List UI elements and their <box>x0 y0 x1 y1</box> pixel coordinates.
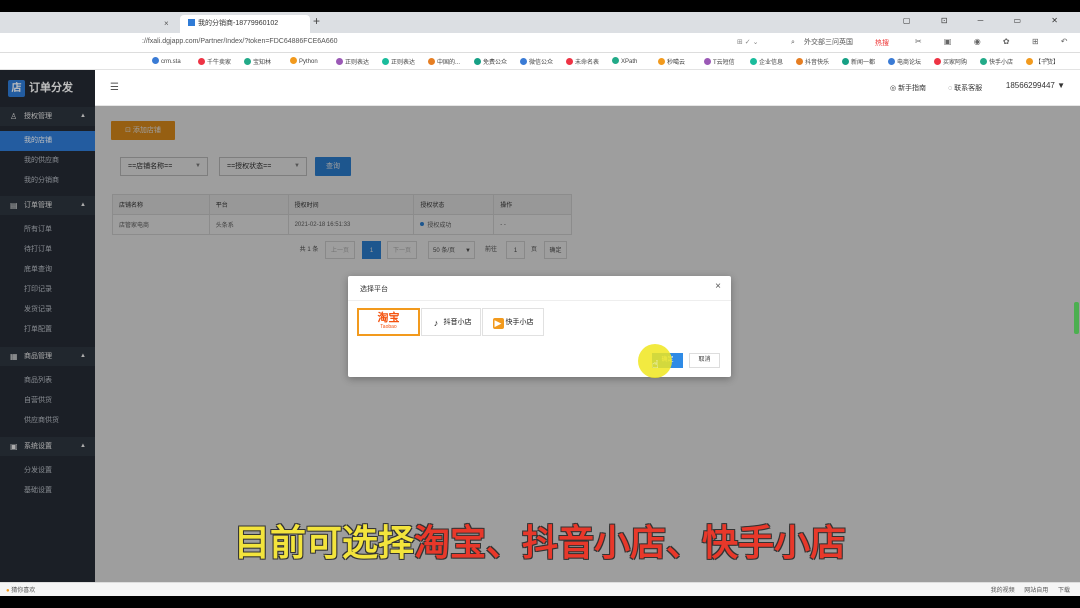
bookmark-favicon-icon <box>198 58 205 65</box>
bookmark-item[interactable]: 微信公众 <box>520 57 553 66</box>
bookmark-favicon-icon <box>474 58 481 65</box>
scrollbar-thumb[interactable] <box>1074 302 1079 334</box>
bookmark-favicon-icon <box>290 57 297 64</box>
bookmarks-more-button[interactable]: » <box>1045 57 1048 63</box>
qr-icon[interactable]: ⊞ ✓ ⌄ <box>737 38 759 46</box>
kuaishou-icon: ▶ <box>492 318 504 329</box>
guide-link[interactable]: ◎ 新手指南 <box>890 83 926 93</box>
bookmark-favicon-icon <box>704 58 711 65</box>
bookmark-item[interactable]: 新闻一都 <box>842 57 875 66</box>
taobao-logo: 淘宝 <box>377 312 400 324</box>
bookmark-favicon-icon <box>796 58 803 65</box>
new-tab-button[interactable]: + <box>313 14 320 28</box>
bookmark-favicon-icon <box>750 58 757 65</box>
hand-cursor-icon: ☝ <box>652 359 659 371</box>
top-header: ☰ ◎ 新手指南 ◌ 联系客服 18566299447 ▼ <box>95 70 1080 106</box>
divider <box>348 300 731 301</box>
address-bar: ://fxali.dgjapp.com/Partner/Index/?token… <box>0 33 1080 53</box>
bookmark-item[interactable]: 未命名表 <box>566 57 599 66</box>
bookmark-item[interactable]: 快手小店 <box>980 57 1013 66</box>
hot-search-badge[interactable]: 热搜 <box>875 38 889 48</box>
bookmark-item[interactable]: 中国的... <box>428 57 460 66</box>
bookmark-favicon-icon <box>566 58 573 65</box>
bookmark-item[interactable]: 免费公众 <box>474 57 507 66</box>
browser-tab-2[interactable]: 我的分销商-18779960102 <box>180 15 310 33</box>
toolbar-icons[interactable]: ✂ ▣ ◉ ✿ ⊞ ↶ ⊞ <box>915 37 1080 46</box>
bookmark-favicon-icon <box>244 58 251 65</box>
bookmark-item[interactable]: 千牛卖家 <box>198 57 231 66</box>
menu-icon[interactable]: ☰ <box>110 82 119 93</box>
bookmark-item[interactable]: 【千货】 <box>1026 57 1059 66</box>
bookmark-item[interactable]: 买家阿购 <box>934 57 967 66</box>
top-black-bar <box>0 0 1080 12</box>
bookmark-favicon-icon <box>612 57 619 64</box>
platform-option-kuaishou[interactable]: ▶ 快手小店 <box>482 308 544 336</box>
status-video[interactable]: 我的视频 <box>991 588 1015 594</box>
cancel-button[interactable]: 取消 <box>689 353 720 368</box>
browser-tab-1[interactable]: × <box>0 15 176 33</box>
tab-favicon-icon <box>188 19 195 26</box>
status-right: 我的视频 网站自用 下载 <box>983 585 1070 594</box>
dialog-title: 选择平台 <box>360 286 388 293</box>
bookmark-favicon-icon <box>382 58 389 65</box>
bookmark-item[interactable]: Python <box>290 57 318 65</box>
bookmark-item[interactable]: 秒噶云 <box>658 57 685 66</box>
compass-icon: ◎ <box>890 85 899 92</box>
service-link[interactable]: ◌ 联系客服 <box>948 83 982 93</box>
window-controls[interactable]: ▢ ⊡ ─ ▭ ✕ <box>903 16 1072 25</box>
bookmark-favicon-icon <box>888 58 895 65</box>
caption-part-1: 目前可选择 <box>233 522 414 563</box>
bookmark-favicon-icon <box>934 58 941 65</box>
bookmark-favicon-icon <box>658 58 665 65</box>
modal-backdrop-sidebar <box>0 70 95 582</box>
douyin-icon: ♪ <box>433 318 439 328</box>
close-icon[interactable]: × <box>715 281 721 292</box>
video-caption: 目前可选择淘宝、抖音小店、快手小店 <box>0 514 1080 566</box>
status-download[interactable]: 下载 <box>1058 588 1070 594</box>
bookmark-item[interactable]: crm.sta <box>152 57 181 65</box>
status-left[interactable]: ● 猜你喜欢 <box>6 585 35 594</box>
bookmark-favicon-icon <box>152 57 159 64</box>
bookmark-item[interactable]: 抖音快乐 <box>796 57 829 66</box>
bookmark-favicon-icon <box>842 58 849 65</box>
select-platform-dialog: 选择平台 × 淘宝 Taobao ♪抖音小店 ▶快手小店 确定 取消 <box>348 276 731 377</box>
bookmark-favicon-icon <box>1026 58 1033 65</box>
bookmark-item[interactable]: 宝知林 <box>244 57 271 66</box>
screen: × 我的分销商-18779960102 + ▢ ⊡ ─ ▭ ✕ ://fxali… <box>0 0 1080 608</box>
bookmark-item[interactable]: 正则表达 <box>336 57 369 66</box>
bookmark-item[interactable]: T云短信 <box>704 57 735 66</box>
user-account-dropdown[interactable]: 18566299447 ▼ <box>1006 81 1065 90</box>
bookmark-favicon-icon <box>980 58 987 65</box>
caption-part-2: 淘宝、抖音小店、快手小店 <box>414 522 847 563</box>
browser-status-bar: ● 猜你喜欢 我的视频 网站自用 下载 <box>0 582 1080 596</box>
taobao-logo-sub: Taobao <box>380 324 397 330</box>
search-icon: ⌕ <box>791 39 795 46</box>
bookmark-item[interactable]: XPath <box>612 57 637 65</box>
bookmark-favicon-icon <box>428 58 435 65</box>
close-icon[interactable]: × <box>164 15 169 33</box>
platform-option-douyin[interactable]: ♪ 抖音小店 <box>421 308 481 336</box>
status-site[interactable]: 网站自用 <box>1024 588 1048 594</box>
bookmark-item[interactable]: 正则表达 <box>382 57 415 66</box>
browser-tab-bar: × 我的分销商-18779960102 + ▢ ⊡ ─ ▭ ✕ <box>0 12 1080 33</box>
url-field[interactable]: ://fxali.dgjapp.com/Partner/Index/?token… <box>142 38 338 45</box>
bookmark-favicon-icon <box>336 58 343 65</box>
bookmark-favicon-icon <box>520 58 527 65</box>
platform-option-taobao[interactable]: 淘宝 Taobao <box>357 308 420 336</box>
bookmark-item[interactable]: 企业信息 <box>750 57 783 66</box>
bottom-black-bar <box>0 596 1080 608</box>
bookmarks-bar: crm.sta 千牛卖家 宝知林 Python 正则表达 正则表达 中国的... 免费公众 微信… <box>0 53 1080 70</box>
bookmark-item[interactable]: 电商论坛 <box>888 57 921 66</box>
